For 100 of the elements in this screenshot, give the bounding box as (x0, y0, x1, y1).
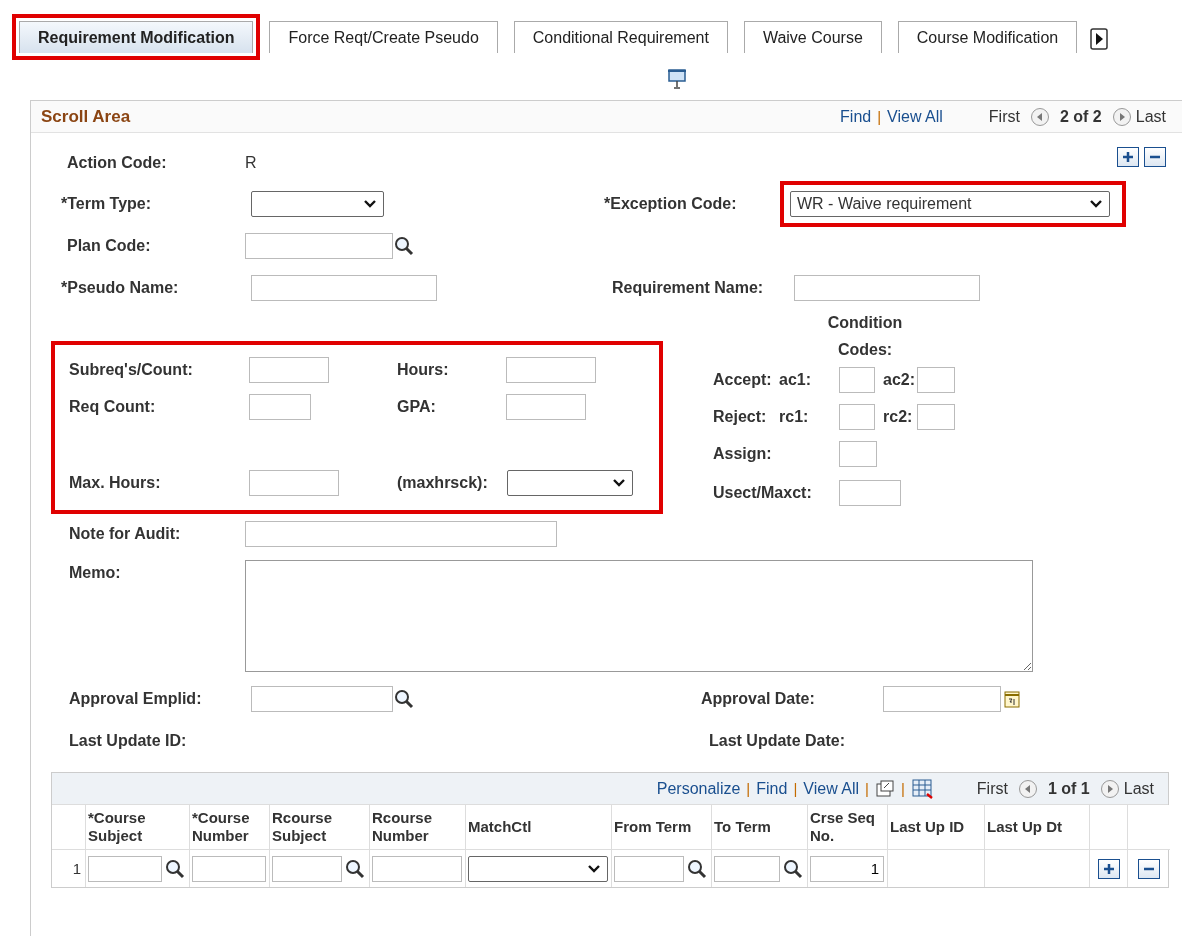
calendar-icon[interactable] (1003, 689, 1021, 709)
column-header: *Course Subject (88, 809, 147, 845)
column-header: Crse Seq No. (810, 809, 877, 845)
text-field[interactable] (192, 855, 266, 882)
field-label: *Term Type: (60, 195, 153, 213)
tab[interactable]: Force Reqt/Create Pseudo (269, 21, 498, 53)
text-field[interactable] (839, 366, 875, 393)
search-icon[interactable] (393, 235, 415, 257)
field-label: rc2: (882, 407, 914, 426)
first-link[interactable]: First (976, 779, 1008, 798)
field-label: Plan Code: (66, 237, 152, 255)
text-field[interactable] (251, 686, 393, 712)
first-link[interactable]: First (988, 107, 1020, 126)
field-label: Action Code: (66, 154, 168, 172)
separator: | (793, 780, 798, 797)
text-field[interactable] (883, 686, 1001, 712)
chevron-down-icon (612, 478, 626, 488)
dropdown[interactable] (251, 191, 384, 217)
field-label: ac2: (882, 370, 917, 389)
field-label: *Exception Code: (604, 195, 738, 213)
next-tab-icon[interactable] (1090, 28, 1109, 50)
section-title: Scroll Area (41, 106, 132, 127)
previous-icon[interactable] (1017, 778, 1038, 799)
text-field[interactable] (839, 480, 901, 506)
new-window-icon[interactable] (874, 779, 895, 798)
find-link[interactable]: Find (840, 107, 872, 126)
field-label: Reject: (713, 407, 768, 426)
text-field[interactable] (794, 275, 980, 301)
tab[interactable]: Conditional Requirement (513, 21, 728, 53)
column-header: MatchCtl (468, 818, 532, 836)
search-icon[interactable] (164, 857, 186, 880)
field-label: Max. Hours: (69, 474, 162, 492)
personalize-link[interactable]: Personalize (656, 779, 741, 798)
field-label: Last Update Date: (709, 732, 847, 750)
text-field[interactable] (251, 275, 437, 301)
add-row-button[interactable] (1097, 858, 1120, 879)
text-field[interactable] (614, 855, 684, 882)
delete-row-button[interactable] (1138, 858, 1160, 879)
delete-row-button[interactable] (1144, 147, 1166, 167)
text-field[interactable] (88, 855, 162, 882)
next-icon[interactable] (1099, 778, 1120, 799)
separator: | (746, 780, 751, 797)
text-field[interactable] (917, 403, 955, 430)
chevron-down-icon (587, 863, 601, 874)
search-icon[interactable] (686, 857, 708, 880)
text-field[interactable] (839, 403, 875, 430)
text-field[interactable] (372, 855, 462, 882)
text-field[interactable] (245, 521, 557, 547)
text-field[interactable]: 1 (810, 855, 884, 882)
action-code-value: R (245, 154, 258, 172)
exception-code-dropdown[interactable]: WR - Waive requirement (790, 191, 1110, 217)
column-header: From Term (614, 818, 692, 836)
field-label: (maxhrsck): (397, 474, 489, 492)
add-row-button[interactable] (1117, 147, 1139, 167)
column-header: Rcourse Number (372, 809, 434, 845)
text-field[interactable] (506, 393, 586, 420)
next-icon[interactable] (1111, 106, 1132, 127)
field-label: Subreq's/Count: (69, 360, 194, 379)
screen-icon[interactable] (667, 68, 687, 90)
search-icon[interactable] (782, 857, 804, 880)
tab[interactable]: Course Modification (897, 21, 1078, 53)
text-field[interactable] (839, 440, 877, 467)
field-label: GPA: (397, 397, 437, 416)
field-label: Requirement Name: (612, 279, 765, 297)
text-field[interactable] (714, 855, 780, 882)
text-field[interactable] (272, 855, 342, 882)
last-link[interactable]: Last (1123, 779, 1154, 798)
text-field[interactable] (249, 393, 311, 420)
column-header: Rcourse Subject (272, 809, 334, 845)
page-count: 2 of 2 (1059, 107, 1102, 126)
view-all-link[interactable]: View All (803, 779, 860, 798)
chevron-down-icon (363, 199, 377, 209)
tab[interactable]: Requirement Modification (19, 21, 254, 53)
page-count: 1 of 1 (1047, 779, 1090, 798)
condition-codes-heading: Condition Codes: (826, 313, 904, 360)
view-all-link[interactable]: View All (887, 107, 943, 126)
text-field[interactable] (917, 366, 955, 393)
field-label: Last Update ID: (68, 732, 188, 750)
text-field[interactable] (506, 356, 596, 383)
separator: | (900, 780, 905, 797)
find-link[interactable]: Find (756, 779, 788, 798)
column-header: To Term (714, 818, 771, 836)
column-header: Last Up Dt (987, 818, 1062, 836)
dropdown[interactable] (507, 470, 633, 496)
text-field[interactable] (249, 356, 329, 383)
last-link[interactable]: Last (1135, 107, 1166, 126)
field-label: Memo: (68, 563, 122, 582)
dropdown[interactable] (468, 855, 608, 882)
field-label: Usect/Maxct: (713, 484, 813, 502)
previous-icon[interactable] (1029, 106, 1050, 127)
row-number: 1 (72, 860, 81, 877)
separator: | (865, 780, 869, 797)
spreadsheet-icon[interactable] (910, 777, 935, 800)
text-field[interactable] (249, 470, 339, 496)
field-label: Approval Date: (701, 690, 816, 708)
search-icon[interactable] (344, 857, 366, 880)
text-field[interactable] (245, 233, 393, 259)
tab[interactable]: Waive Course (743, 21, 882, 53)
search-icon[interactable] (393, 688, 415, 710)
memo-field[interactable] (245, 560, 1033, 672)
